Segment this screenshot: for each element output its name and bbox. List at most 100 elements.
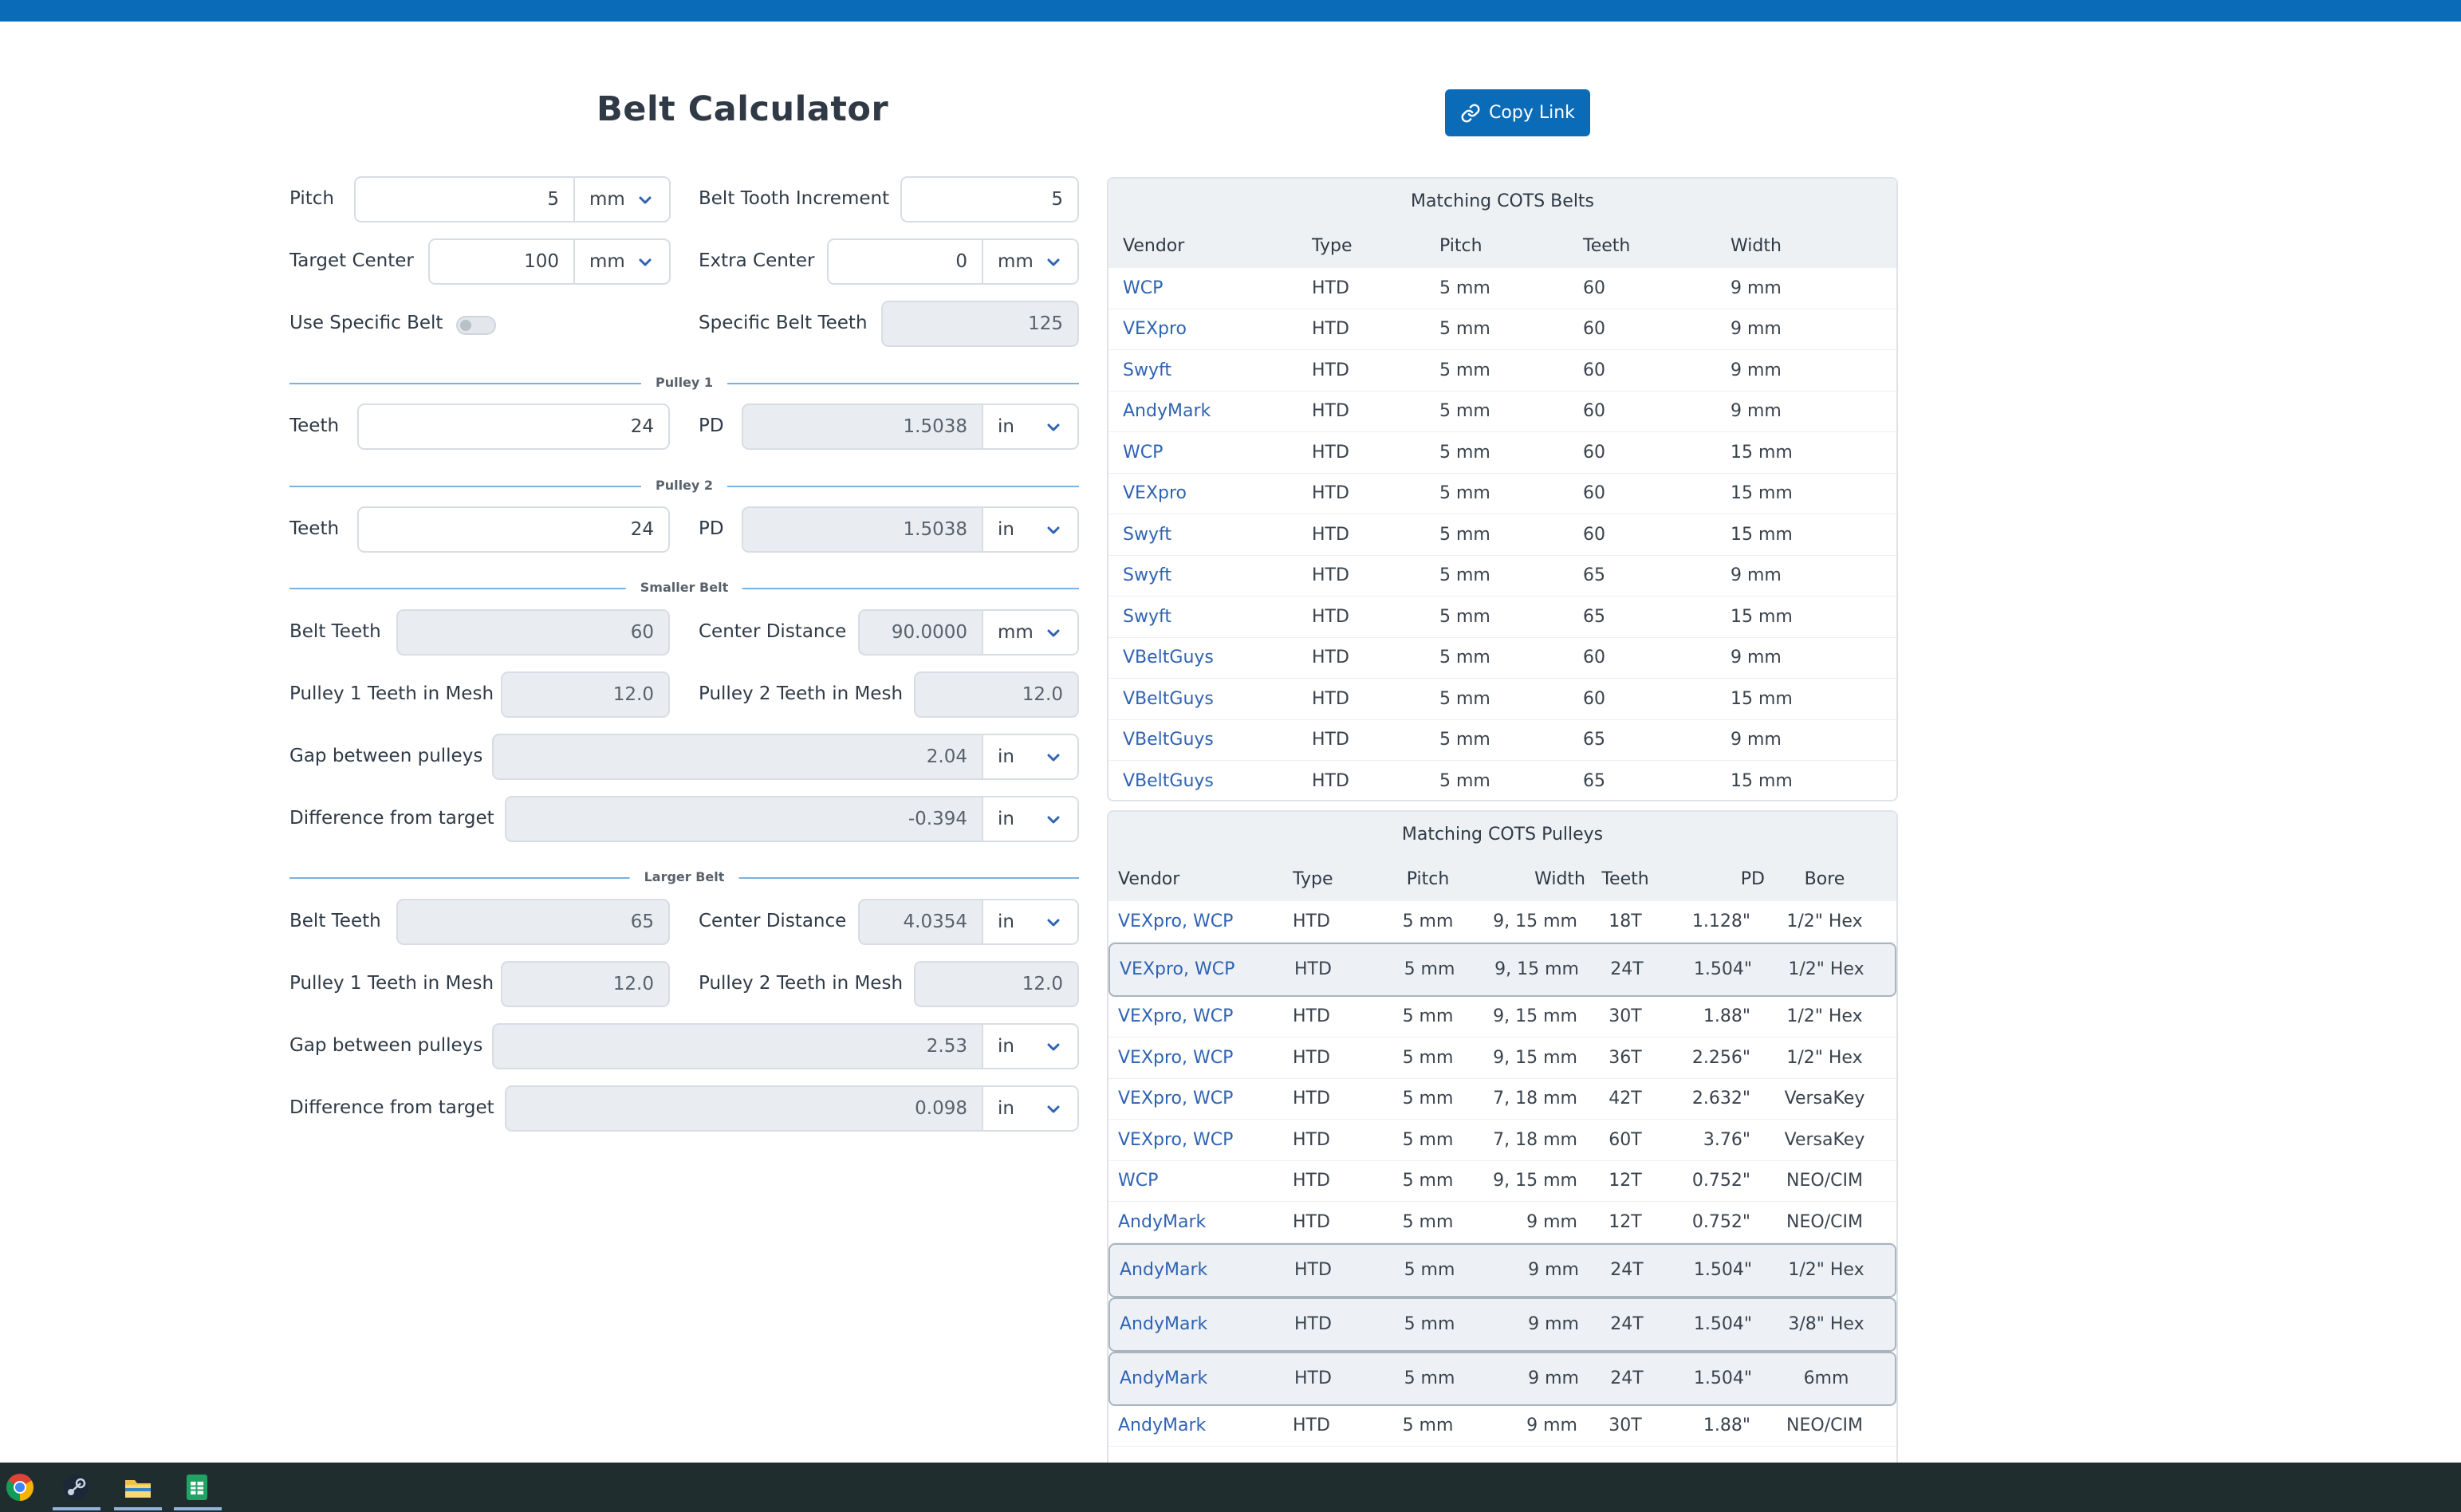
pulleys_table-header-bore[interactable]: Bore [1765,869,1884,889]
larger-gap-unit-select[interactable]: in [983,1023,1079,1069]
vendor-link[interactable]: VBeltGuys [1108,689,1312,709]
target-center-unit-select[interactable]: mm [575,238,671,285]
sheets-icon[interactable] [180,1471,214,1504]
vendor-link[interactable]: Swyft [1108,360,1312,380]
table-row[interactable]: AndyMark HTD 5 mm 9 mm 24T 1.504" 1/2" Hex [1108,1242,1896,1297]
table-row[interactable]: WCP HTD 5 mm 60 9 mm [1108,268,1896,309]
table-row[interactable]: VEXpro, WCP HTD 5 mm 7, 18 mm 60T 3.76" VersaK… [1108,1120,1896,1161]
table-row[interactable]: Swyft HTD 5 mm 60 15 mm [1108,514,1896,556]
table-row[interactable]: VEXpro, WCP HTD 5 mm 9, 15 mm 30T 1.88" 1/2" H… [1108,997,1896,1038]
table-cell: 5 mm [1439,770,1490,791]
belts_table-header-vendor[interactable]: Vendor [1108,236,1312,256]
larger-diff-unit-select[interactable]: in [983,1085,1079,1132]
file-explorer-icon[interactable] [121,1471,155,1504]
table-cell: 1.504" [1693,1260,1752,1280]
vendor-link[interactable]: VEXpro, WCP [1110,959,1274,979]
vendor-link[interactable]: WCP [1108,278,1312,298]
vendor-link[interactable]: AndyMark [1110,1368,1274,1388]
table-cell: 5 mm [1439,688,1490,709]
table-cell: HTD [1312,278,1349,298]
table-row[interactable]: VEXpro, WCP HTD 5 mm 7, 18 mm 42T 2.632" Versa… [1108,1079,1896,1120]
table-row[interactable]: VEXpro, WCP HTD 5 mm 9, 15 mm 24T 1.504" 1/2" … [1108,942,1896,997]
table-row[interactable]: VBeltGuys HTD 5 mm 65 15 mm [1108,761,1896,800]
vendor-link[interactable]: VEXpro, WCP [1108,1130,1272,1150]
copy-link-label: Copy Link [1489,103,1575,123]
table-cell: 15 mm [1731,770,1793,791]
vendor-link[interactable]: VBeltGuys [1108,648,1312,667]
target-center-input[interactable]: 100 [428,238,575,285]
table-row[interactable]: VBeltGuys HTD 5 mm 60 9 mm [1108,638,1896,679]
table-row[interactable]: AndyMark HTD 5 mm 9 mm 30T 1.88" NEO/CIM [1108,1406,1896,1447]
extra-center-input[interactable]: 0 [827,238,983,285]
vendor-link[interactable]: VBeltGuys [1108,730,1312,750]
table-row[interactable]: VEXpro HTD 5 mm 60 9 mm [1108,309,1896,350]
pulley2-pd-unit-select[interactable]: in [983,506,1079,553]
vendor-link[interactable]: VBeltGuys [1108,771,1312,791]
vendor-link[interactable]: Swyft [1108,525,1312,545]
belts_table-header-pitch[interactable]: Pitch [1439,236,1583,256]
pulley1-teeth-input[interactable]: 24 [357,404,670,450]
table-cell: 1/2" Hex [1788,1260,1864,1280]
vendor-link[interactable]: VEXpro [1108,319,1312,339]
vendor-link[interactable]: WCP [1108,1171,1272,1191]
pulleys_table-header-vendor[interactable]: Vendor [1108,869,1272,889]
pulleys_table-header-type[interactable]: Type [1272,869,1374,889]
belts_table-header-width[interactable]: Width [1731,236,1890,256]
table-cell: 5 mm [1439,360,1490,380]
table-row[interactable]: VBeltGuys HTD 5 mm 65 9 mm [1108,720,1896,761]
pitch-input[interactable]: 5 [354,176,575,222]
vendor-link[interactable]: VEXpro, WCP [1108,912,1272,931]
belts_table-header-type[interactable]: Type [1312,236,1439,256]
larger-center-unit-value: in [998,912,1014,932]
pulleys_table-header-pitch[interactable]: Pitch [1374,869,1482,889]
table-row[interactable]: WCP HTD 5 mm 9, 15 mm 12T 0.752" NEO/CIM [1108,1161,1896,1202]
smaller-diff-unit-select[interactable]: in [983,796,1079,842]
vendor-link[interactable]: WCP [1108,443,1312,463]
table-row[interactable]: Swyft HTD 5 mm 65 9 mm [1108,556,1896,597]
use-specific-belt-toggle[interactable] [456,316,496,335]
pulleys_table-header-width[interactable]: Width [1482,869,1585,889]
copy-link-button[interactable]: Copy Link [1445,89,1590,136]
smaller-gap-unit-select[interactable]: in [983,734,1079,780]
table-row[interactable]: WCP HTD 5 mm 60 15 mm [1108,432,1896,474]
table-row[interactable]: VBeltGuys HTD 5 mm 60 15 mm [1108,679,1896,720]
table-cell: 60 [1583,319,1605,340]
pulleys_table-header-teeth[interactable]: Teeth [1585,869,1665,889]
specific-belt-teeth-input[interactable]: 125 [881,301,1079,347]
extra-center-unit-select[interactable]: mm [983,238,1079,285]
vendor-link[interactable]: AndyMark [1108,1416,1272,1435]
table-cell: 1/2" Hex [1786,1006,1863,1027]
vendor-link[interactable]: AndyMark [1110,1314,1274,1334]
table-row[interactable]: AndyMark HTD 5 mm 9 mm 24T 1.504" 3/8" Hex [1108,1297,1896,1352]
vendor-link[interactable]: AndyMark [1110,1260,1274,1280]
smaller-center-unit-select[interactable]: mm [983,609,1079,656]
steam-icon[interactable] [59,1471,93,1504]
vendor-link[interactable]: VEXpro, WCP [1108,1006,1272,1026]
table-row[interactable]: AndyMark HTD 5 mm 9 mm 12T 0.752" NEO/CIM [1108,1202,1896,1243]
table-row[interactable]: VEXpro, WCP HTD 5 mm 9, 15 mm 36T 2.256" 1/2" … [1108,1038,1896,1079]
table-cell: 3/8" Hex [1788,1314,1864,1334]
vendor-link[interactable]: Swyft [1108,607,1312,627]
table-row[interactable]: AndyMark HTD 5 mm 60 9 mm [1108,392,1896,432]
pulleys_table-header-pd[interactable]: PD [1665,869,1765,889]
larger-center-distance-label: Center Distance [699,911,847,931]
vendor-link[interactable]: VEXpro [1108,483,1312,503]
table-row[interactable]: VEXpro HTD 5 mm 60 15 mm [1108,474,1896,514]
table-row[interactable]: VEXpro, WCP HTD 5 mm 9, 15 mm 18T 1.128" 1/2" … [1108,901,1896,943]
pitch-unit-select[interactable]: mm [575,176,671,222]
belts_table-header-teeth[interactable]: Teeth [1583,236,1731,256]
vendor-link[interactable]: AndyMark [1108,1212,1272,1232]
pulley1-pd-unit-select[interactable]: in [983,404,1079,450]
belt-tooth-increment-input[interactable]: 5 [900,176,1079,222]
table-row[interactable]: Swyft HTD 5 mm 60 9 mm [1108,350,1896,392]
table-row[interactable]: Swyft HTD 5 mm 65 15 mm [1108,597,1896,638]
table-row[interactable]: AndyMark HTD 5 mm 9 mm 24T 1.504" 6mm [1108,1351,1896,1406]
vendor-link[interactable]: VEXpro, WCP [1108,1089,1272,1108]
vendor-link[interactable]: AndyMark [1108,401,1312,421]
vendor-link[interactable]: VEXpro, WCP [1108,1048,1272,1068]
vendor-link[interactable]: Swyft [1108,565,1312,585]
pulley2-teeth-input[interactable]: 24 [357,506,670,553]
larger-center-unit-select[interactable]: in [983,899,1079,945]
table-cell: 60 [1583,688,1605,709]
chrome-icon[interactable] [3,1471,37,1504]
